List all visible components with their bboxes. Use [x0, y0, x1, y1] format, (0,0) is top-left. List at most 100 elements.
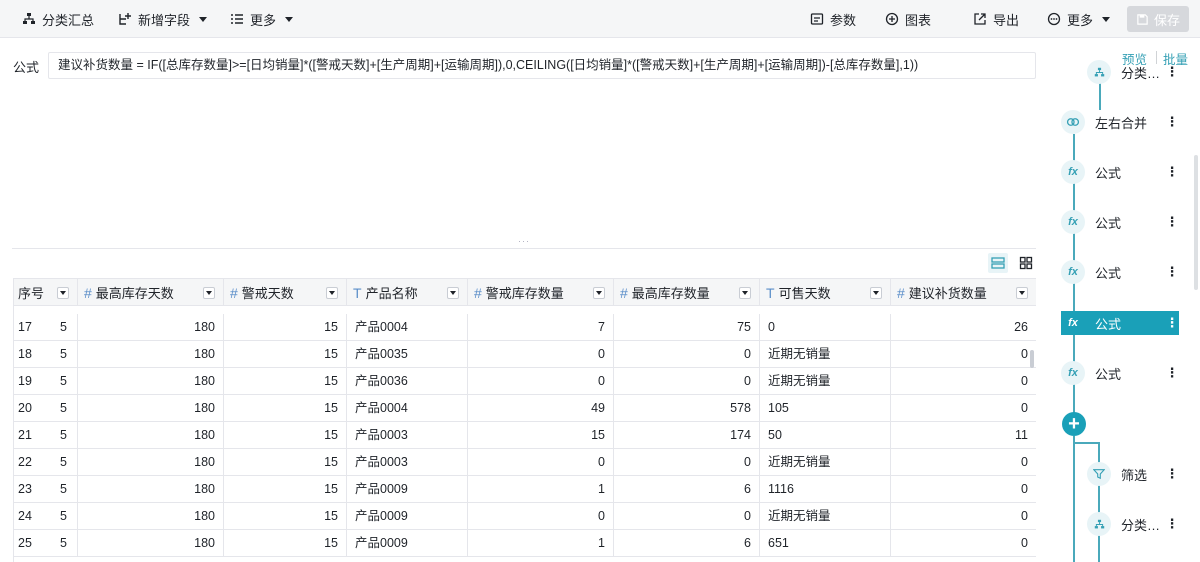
column-menu-icon[interactable]: [1016, 287, 1028, 299]
column-menu-icon[interactable]: [57, 287, 69, 299]
table-cell[interactable]: 15: [224, 476, 347, 502]
table-cell[interactable]: 15: [224, 395, 347, 421]
more-vertical-icon[interactable]: ⋮: [1165, 516, 1179, 532]
save-button[interactable]: 保存: [1127, 6, 1189, 32]
table-view-button[interactable]: [988, 253, 1008, 273]
flow-step[interactable]: fx 公式 ⋮: [1061, 260, 1179, 284]
formula-input[interactable]: 建议补货数量 = IF([总库存数量]>=[日均销量]*([警戒天数]+[生产周…: [48, 52, 1036, 79]
column-header[interactable]: # 警戒天数: [224, 279, 347, 306]
table-cell[interactable]: 5: [52, 476, 78, 502]
flow-step[interactable]: fx 公式 ⋮: [1061, 160, 1179, 184]
more-vertical-icon[interactable]: ⋮: [1165, 214, 1179, 230]
table-scrollbar[interactable]: [1030, 350, 1034, 368]
table-cell[interactable]: 0: [760, 314, 891, 340]
table-cell[interactable]: 180: [78, 368, 224, 394]
table-cell[interactable]: 5: [52, 449, 78, 475]
table-cell[interactable]: 49: [468, 395, 614, 421]
table-cell[interactable]: 产品0004: [347, 314, 468, 340]
column-menu-icon[interactable]: [870, 287, 882, 299]
table-row[interactable]: 19 5 180 15 产品0036 0 0 近期无销量 0: [14, 368, 1036, 395]
table-cell[interactable]: 15: [224, 503, 347, 529]
table-row[interactable]: 18 5 180 15 产品0035 0 0 近期无销量 0: [14, 341, 1036, 368]
table-cell[interactable]: 0: [614, 368, 760, 394]
export-button[interactable]: 导出: [973, 0, 1019, 38]
table-cell[interactable]: 180: [78, 503, 224, 529]
table-cell[interactable]: 651: [760, 530, 891, 556]
table-cell[interactable]: 0: [891, 476, 1036, 502]
more-menu-button[interactable]: 更多: [230, 0, 294, 38]
more-menu-button-2[interactable]: 更多: [1047, 0, 1111, 38]
column-menu-icon[interactable]: [739, 287, 751, 299]
flow-step[interactable]: 筛选 ⋮: [1087, 462, 1179, 486]
table-row[interactable]: 23 5 180 15 产品0009 1 6 1116 0: [14, 476, 1036, 503]
table-cell[interactable]: 5: [52, 341, 78, 367]
table-cell[interactable]: 近期无销量: [760, 503, 891, 529]
table-cell[interactable]: 0: [891, 503, 1036, 529]
table-cell[interactable]: 5: [52, 368, 78, 394]
table-row[interactable]: 21 5 180 15 产品0003 15 174 50 11: [14, 422, 1036, 449]
table-cell[interactable]: 产品0003: [347, 449, 468, 475]
table-cell[interactable]: 产品0004: [347, 395, 468, 421]
table-cell[interactable]: 50: [760, 422, 891, 448]
table-row[interactable]: 24 5 180 15 产品0009 0 0 近期无销量 0: [14, 503, 1036, 530]
table-cell[interactable]: 180: [78, 422, 224, 448]
table-cell[interactable]: 5: [52, 422, 78, 448]
table-cell[interactable]: 105: [760, 395, 891, 421]
more-vertical-icon[interactable]: ⋮: [1165, 466, 1179, 482]
table-row[interactable]: 25 5 180 15 产品0009 1 6 651 0: [14, 530, 1036, 557]
table-cell[interactable]: 0: [891, 395, 1036, 421]
table-cell[interactable]: 174: [614, 422, 760, 448]
table-cell[interactable]: 1: [468, 530, 614, 556]
table-cell[interactable]: 产品0003: [347, 422, 468, 448]
group-summary-button[interactable]: 分类汇总: [22, 0, 94, 38]
table-row[interactable]: 17 5 180 15 产品0004 7 75 0 26: [14, 314, 1036, 341]
column-header[interactable]: T 可售天数: [760, 279, 891, 306]
table-cell[interactable]: 15: [468, 422, 614, 448]
column-menu-icon[interactable]: [326, 287, 338, 299]
flow-step[interactable]: 分类… ⋮: [1087, 60, 1179, 84]
table-cell[interactable]: 15: [224, 422, 347, 448]
column-header[interactable]: # 最高库存数量: [614, 279, 760, 306]
column-header[interactable]: 序号: [14, 279, 78, 306]
table-cell[interactable]: 0: [891, 449, 1036, 475]
more-vertical-icon[interactable]: ⋮: [1165, 365, 1179, 381]
table-cell[interactable]: 180: [78, 530, 224, 556]
table-cell[interactable]: 15: [224, 530, 347, 556]
table-cell[interactable]: 0: [891, 341, 1036, 367]
grid-view-button[interactable]: [1016, 253, 1036, 273]
column-header[interactable]: # 建议补货数量: [891, 279, 1036, 306]
flow-step[interactable]: 左右合并 ⋮: [1061, 110, 1179, 134]
table-cell[interactable]: 近期无销量: [760, 449, 891, 475]
table-cell[interactable]: 11: [891, 422, 1036, 448]
table-cell[interactable]: 0: [468, 449, 614, 475]
table-cell[interactable]: 0: [468, 503, 614, 529]
table-cell[interactable]: 0: [614, 449, 760, 475]
table-row[interactable]: 20 5 180 15 产品0004 49 578 105 0: [14, 395, 1036, 422]
column-header[interactable]: # 警戒库存数量: [468, 279, 614, 306]
add-step-button[interactable]: +: [1062, 412, 1086, 436]
table-cell[interactable]: 15: [224, 314, 347, 340]
table-cell[interactable]: 5: [52, 395, 78, 421]
table-cell[interactable]: 1116: [760, 476, 891, 502]
flow-step[interactable]: fx 公式 ⋮: [1061, 210, 1179, 234]
panel-scrollbar[interactable]: [1194, 155, 1198, 290]
column-menu-icon[interactable]: [447, 287, 459, 299]
table-cell[interactable]: 26: [891, 314, 1036, 340]
flow-step[interactable]: fx 公式 ⋮: [1061, 361, 1179, 385]
table-row[interactable]: 22 5 180 15 产品0003 0 0 近期无销量 0: [14, 449, 1036, 476]
chart-button[interactable]: 图表: [885, 0, 931, 38]
table-cell[interactable]: 5: [52, 503, 78, 529]
table-cell[interactable]: 6: [614, 476, 760, 502]
table-cell[interactable]: 5: [52, 530, 78, 556]
table-cell[interactable]: 0: [468, 368, 614, 394]
table-cell[interactable]: 产品0009: [347, 476, 468, 502]
more-vertical-icon[interactable]: ⋮: [1165, 264, 1179, 280]
table-cell[interactable]: 0: [891, 368, 1036, 394]
column-header[interactable]: T 产品名称: [347, 279, 468, 306]
table-cell[interactable]: 0: [891, 530, 1036, 556]
table-cell[interactable]: 产品0009: [347, 530, 468, 556]
table-cell[interactable]: 578: [614, 395, 760, 421]
table-cell[interactable]: 6: [614, 530, 760, 556]
table-cell[interactable]: 75: [614, 314, 760, 340]
more-vertical-icon[interactable]: ⋮: [1165, 315, 1179, 331]
